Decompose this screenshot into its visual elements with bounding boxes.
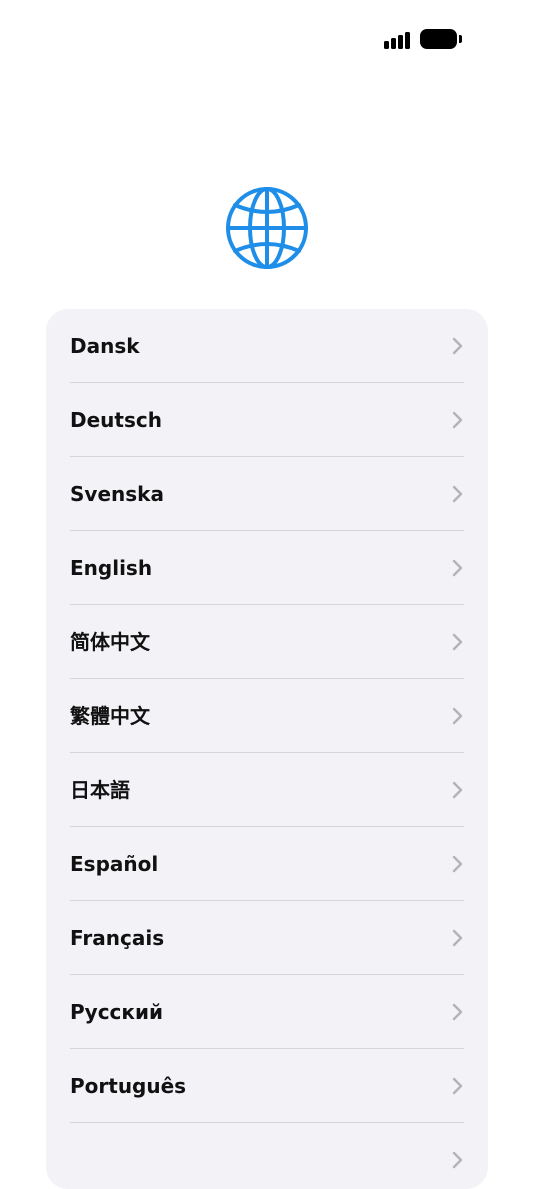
chevron-right-icon <box>451 558 465 578</box>
chevron-right-icon <box>451 1002 465 1022</box>
language-label: Dansk <box>70 334 140 358</box>
language-option-8[interactable]: Español <box>46 827 488 901</box>
language-label: Deutsch <box>70 408 162 432</box>
battery-icon <box>420 29 462 49</box>
chevron-right-icon <box>451 336 465 356</box>
language-label: 日本語 <box>70 778 130 802</box>
language-label: Русский <box>70 1000 164 1024</box>
language-list: Dansk Deutsch Svenska English 简体中文 繁體中文 … <box>46 309 488 1189</box>
language-option-6[interactable]: 繁體中文 <box>46 679 488 753</box>
language-option-10[interactable]: Русский <box>46 975 488 1049</box>
chevron-right-icon <box>451 1150 465 1170</box>
language-option-2[interactable]: Deutsch <box>46 383 488 457</box>
chevron-right-icon <box>451 632 465 652</box>
chevron-right-icon <box>451 484 465 504</box>
language-label: 繁體中文 <box>70 704 150 728</box>
chevron-right-icon <box>451 1076 465 1096</box>
cellular-signal-icon <box>384 31 412 49</box>
globe-icon <box>224 185 310 271</box>
language-option-5[interactable]: 简体中文 <box>46 605 488 679</box>
language-label: Español <box>70 852 159 876</box>
language-option-12[interactable] <box>46 1123 488 1189</box>
language-option-3[interactable]: Svenska <box>46 457 488 531</box>
chevron-right-icon <box>451 410 465 430</box>
language-label: Svenska <box>70 482 164 506</box>
chevron-right-icon <box>451 928 465 948</box>
language-option-4[interactable]: English <box>46 531 488 605</box>
language-option-7[interactable]: 日本語 <box>46 753 488 827</box>
language-label: Português <box>70 1074 187 1098</box>
chevron-right-icon <box>451 706 465 726</box>
language-label: 简体中文 <box>70 630 150 654</box>
language-label: English <box>70 556 153 580</box>
language-option-11[interactable]: Português <box>46 1049 488 1123</box>
language-option-9[interactable]: Français <box>46 901 488 975</box>
chevron-right-icon <box>451 854 465 874</box>
language-label: Français <box>70 926 165 950</box>
status-bar <box>0 0 534 80</box>
language-option-1[interactable]: Dansk <box>46 309 488 383</box>
chevron-right-icon <box>451 780 465 800</box>
